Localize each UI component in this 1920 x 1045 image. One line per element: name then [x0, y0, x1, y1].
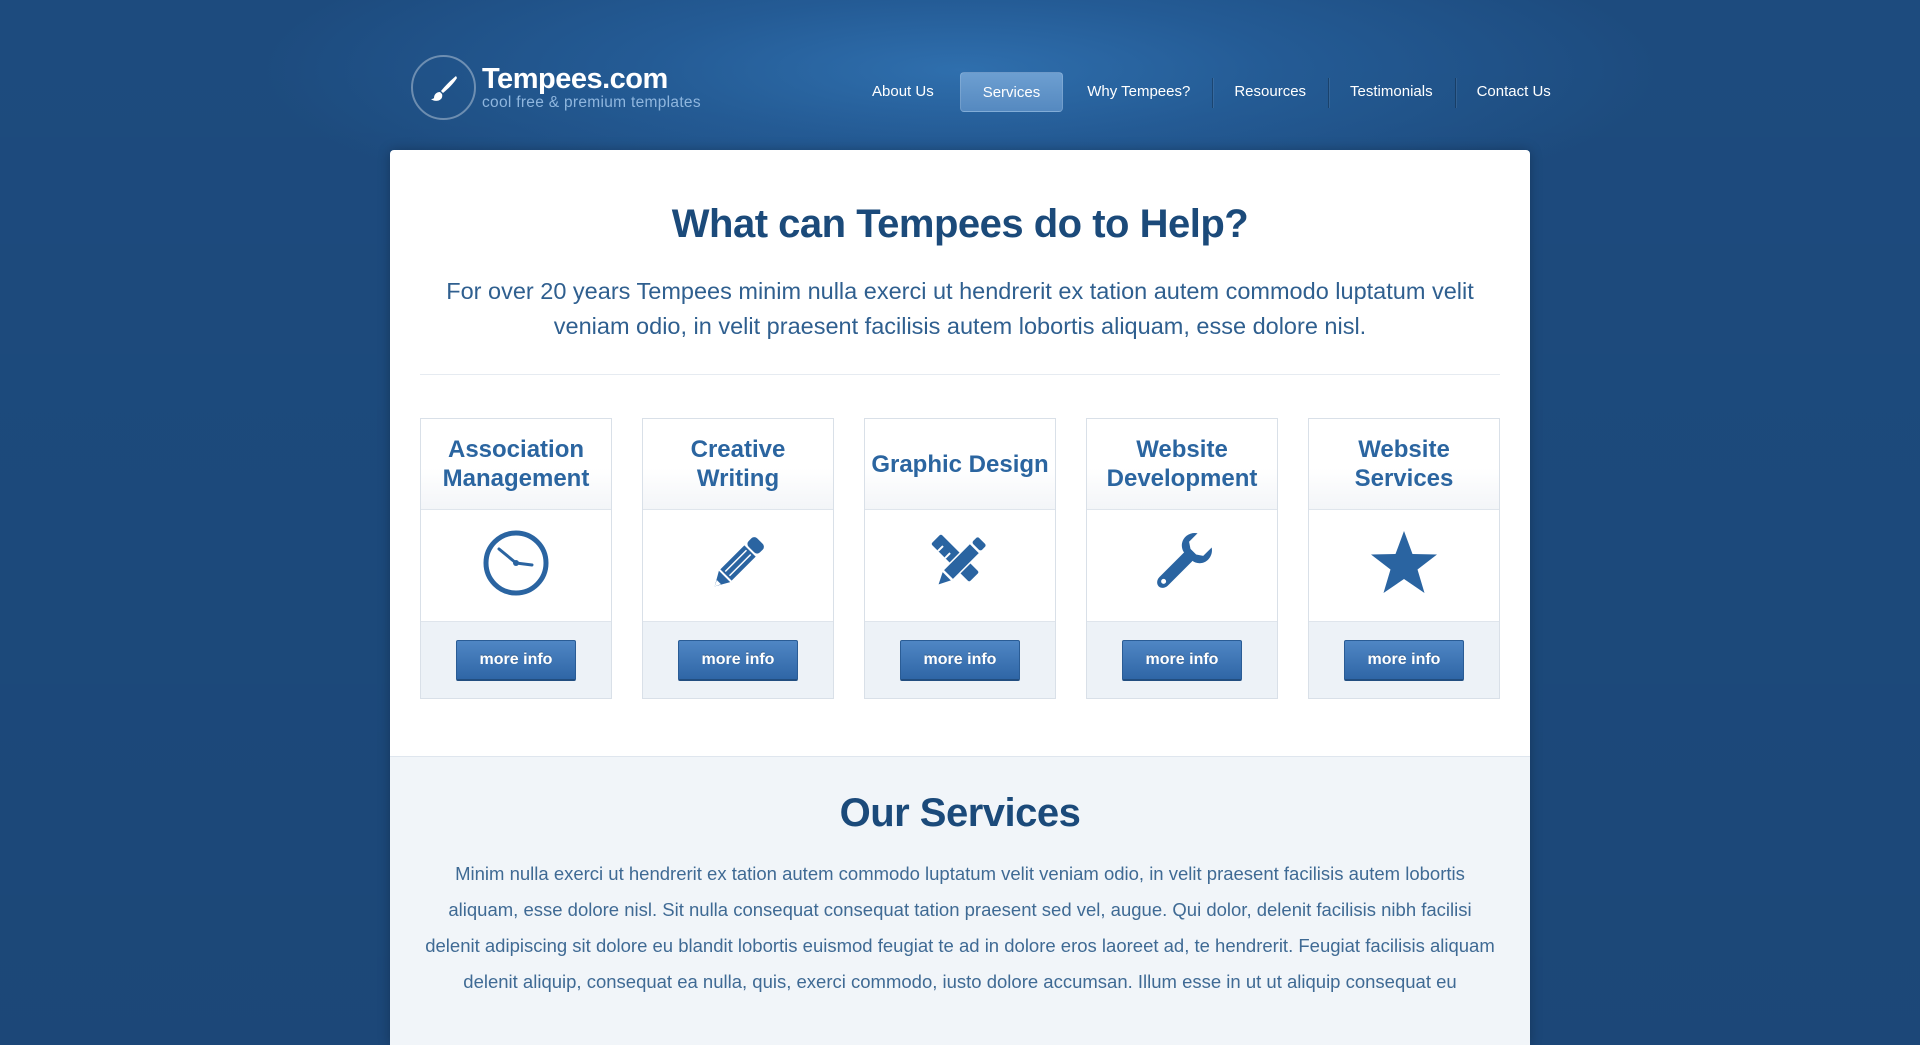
nav-services[interactable]: Services [959, 72, 1064, 112]
service-cards: Association Management more info Creativ… [420, 418, 1500, 699]
more-info-button[interactable]: more info [900, 639, 1020, 681]
help-heading: What can Tempees do to Help? [671, 202, 1249, 246]
main-nav: About Us Services Why Tempees? Resources… [850, 72, 1573, 112]
help-intro-text: For over 20 years Tempees minim nulla ex… [446, 278, 1474, 339]
nav-about-us[interactable]: About Us [850, 72, 956, 112]
card-title: Creative Writing [643, 419, 833, 510]
card-website-services: Website Services more info [1308, 418, 1500, 699]
logo-tagline: cool free & premium templates [482, 93, 701, 111]
card-website-development: Website Development more info [1086, 418, 1278, 699]
site-logo[interactable]: Tempees.com cool free & premium template… [411, 55, 701, 120]
card-title: Association Management [421, 419, 611, 510]
card-graphic-design: Graphic Design more info [864, 418, 1056, 699]
nav-resources[interactable]: Resources [1212, 72, 1329, 112]
more-info-button[interactable]: more info [456, 639, 576, 681]
clock-icon [482, 529, 550, 602]
pencil-icon [705, 530, 771, 601]
card-title: Website Development [1087, 419, 1277, 510]
nav-testimonials[interactable]: Testimonials [1328, 72, 1456, 112]
paintbrush-icon [411, 55, 476, 120]
logo-name: Tempees.com [482, 62, 668, 95]
card-association-management: Association Management more info [420, 418, 612, 699]
site-header: Tempees.com cool free & premium template… [0, 0, 1920, 150]
services-heading: Our Services [839, 791, 1081, 835]
nav-contact-us[interactable]: Contact Us [1455, 72, 1573, 112]
pencil-ruler-icon [926, 529, 994, 602]
services-text: Minim nulla exerci ut hendrerit ex tatio… [425, 863, 1495, 992]
more-info-button[interactable]: more info [1122, 639, 1242, 681]
logo-text: Tempees.com cool free & premium template… [482, 64, 701, 112]
main-panel: What can Tempees do to Help? For over 20… [390, 150, 1530, 1045]
more-info-button[interactable]: more info [678, 639, 798, 681]
card-creative-writing: Creative Writing more info [642, 418, 834, 699]
section-divider [420, 374, 1500, 375]
our-services-section: Our Services Minim nulla exerci ut hendr… [390, 756, 1530, 1045]
card-title: Website Services [1309, 419, 1499, 510]
more-info-button[interactable]: more info [1344, 639, 1464, 681]
star-icon [1369, 529, 1439, 602]
wrench-icon [1148, 529, 1216, 602]
card-title: Graphic Design [865, 419, 1055, 510]
nav-why-tempees[interactable]: Why Tempees? [1065, 72, 1214, 112]
